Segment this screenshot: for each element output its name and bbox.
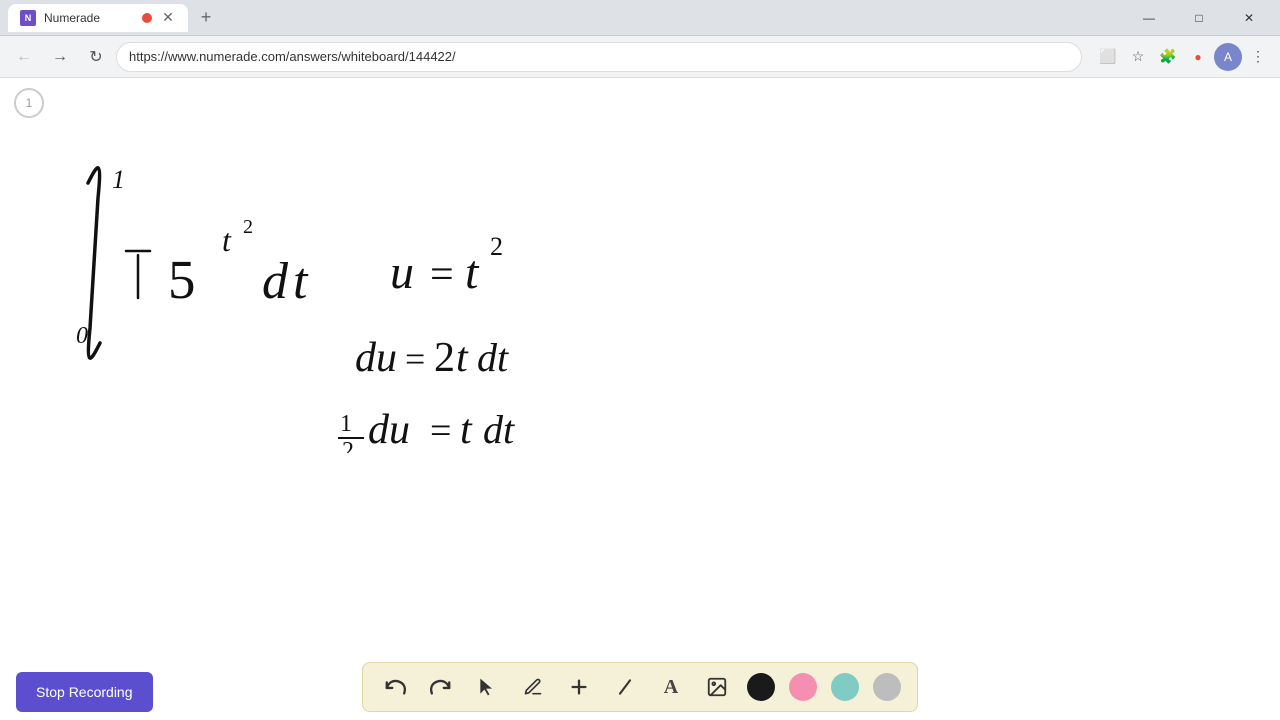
undo-button[interactable] (379, 671, 411, 703)
page-indicator: 1 (14, 88, 44, 118)
stop-recording-button[interactable]: Stop Recording (16, 672, 153, 712)
svg-text:t: t (460, 407, 473, 453)
maximize-button[interactable]: □ (1176, 0, 1222, 36)
svg-text:=: = (405, 339, 425, 379)
url-text: https://www.numerade.com/answers/whitebo… (129, 49, 456, 64)
back-button[interactable]: ← (8, 41, 40, 73)
svg-text:=: = (430, 252, 454, 298)
color-green-button[interactable] (831, 673, 859, 701)
svg-text:t: t (293, 253, 309, 310)
math-content: 1 0 5 t 2 d t u = t 2 (30, 133, 730, 453)
recording-icon[interactable]: ● (1184, 43, 1212, 71)
color-pink-button[interactable] (789, 673, 817, 701)
svg-text:2: 2 (342, 438, 354, 453)
svg-text:d: d (262, 253, 289, 310)
svg-text:du: du (368, 407, 410, 453)
browser-tab[interactable]: N Numerade ✕ (8, 4, 188, 32)
svg-text:2: 2 (434, 335, 455, 381)
close-button[interactable]: ✕ (1226, 0, 1272, 36)
cast-icon[interactable]: ⬜ (1094, 43, 1122, 71)
color-black-button[interactable] (747, 673, 775, 701)
refresh-button[interactable]: ↻ (80, 41, 112, 73)
address-bar[interactable]: https://www.numerade.com/answers/whitebo… (116, 42, 1082, 72)
pen-tool-button[interactable] (517, 671, 549, 703)
color-gray-button[interactable] (873, 673, 901, 701)
tab-close-button[interactable]: ✕ (160, 10, 176, 26)
extension-icon[interactable]: 🧩 (1154, 43, 1182, 71)
whiteboard[interactable]: 1 1 0 5 t 2 d (0, 78, 1280, 720)
window-controls: — □ ✕ (1126, 0, 1272, 36)
select-tool-button[interactable] (471, 671, 503, 703)
svg-text:5: 5 (168, 249, 196, 310)
svg-text:1: 1 (112, 165, 125, 194)
svg-text:0: 0 (76, 323, 88, 349)
recording-dot (142, 13, 152, 23)
forward-button[interactable]: → (44, 41, 76, 73)
eraser-tool-button[interactable] (609, 671, 641, 703)
svg-text:t: t (456, 335, 469, 381)
bookmark-icon[interactable]: ☆ (1124, 43, 1152, 71)
svg-text:dt: dt (477, 335, 509, 380)
svg-text:2: 2 (243, 216, 253, 238)
browser-toolbar: ← → ↻ https://www.numerade.com/answers/w… (0, 36, 1280, 78)
add-tool-button[interactable] (563, 671, 595, 703)
svg-text:u: u (390, 246, 414, 299)
drawing-toolbar: A (362, 662, 918, 712)
browser-toolbar-icons: ⬜ ☆ 🧩 ● A ⋮ (1094, 43, 1272, 71)
menu-icon[interactable]: ⋮ (1244, 43, 1272, 71)
svg-text:=: = (430, 410, 451, 452)
svg-text:du: du (355, 335, 397, 381)
text-tool-button[interactable]: A (655, 671, 687, 703)
tab-favicon: N (20, 10, 36, 26)
svg-text:t: t (222, 222, 232, 258)
tab-title: Numerade (44, 11, 134, 25)
new-tab-button[interactable]: + (192, 4, 220, 32)
svg-text:2: 2 (490, 232, 503, 261)
content-area: 1 1 0 5 t 2 d (0, 78, 1280, 720)
redo-button[interactable] (425, 671, 457, 703)
minimize-button[interactable]: — (1126, 0, 1172, 36)
image-tool-button[interactable] (701, 671, 733, 703)
svg-text:t: t (465, 246, 480, 299)
browser-titlebar: N Numerade ✕ + — □ ✕ (0, 0, 1280, 36)
profile-avatar[interactable]: A (1214, 43, 1242, 71)
svg-text:dt: dt (483, 407, 515, 452)
svg-text:1: 1 (340, 411, 352, 437)
browser-frame: N Numerade ✕ + — □ ✕ ← → ↻ https://www.n… (0, 0, 1280, 720)
bottom-bar: Stop Recording (0, 662, 1280, 712)
